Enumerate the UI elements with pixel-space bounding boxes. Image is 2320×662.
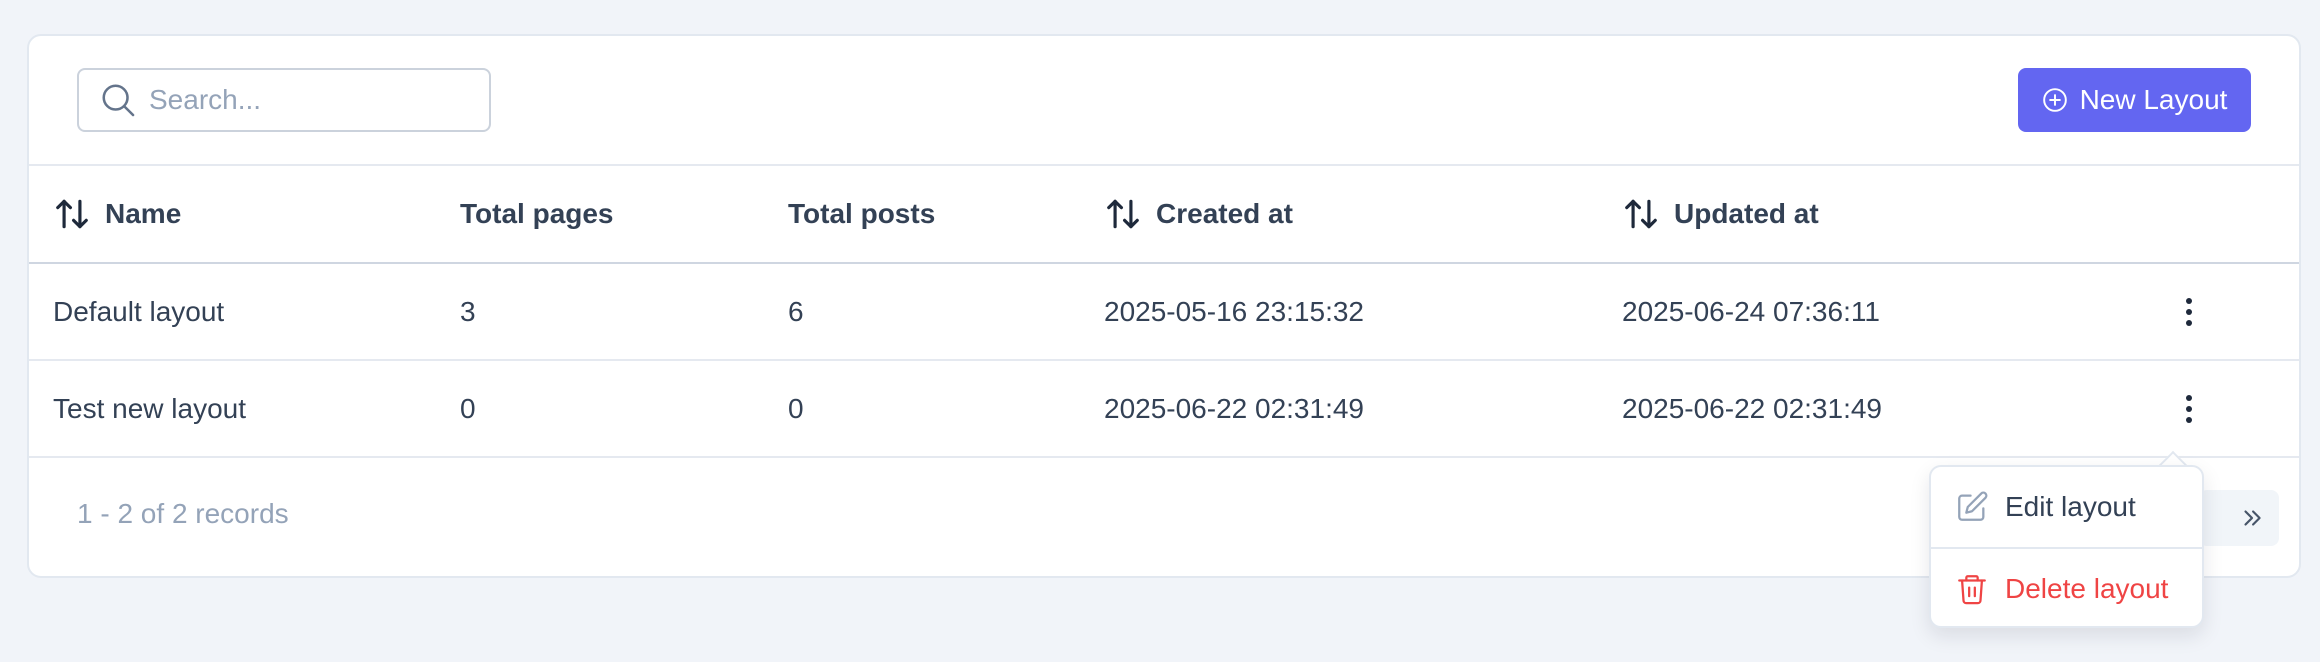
cell-total-posts: 0	[788, 392, 804, 424]
cell-total-pages: 0	[460, 392, 476, 424]
cell-total-posts: 6	[788, 295, 804, 327]
trash-icon	[1958, 575, 1986, 605]
column-total-pages-label: Total pages	[460, 198, 614, 229]
records-count: 1 - 2 of 2 records	[77, 498, 289, 529]
row-actions-menu: Edit layout Delete layout	[1929, 465, 2204, 628]
new-layout-label: New Layout	[2079, 84, 2228, 115]
chevrons-right-icon	[2244, 510, 2261, 526]
column-name-label: Name	[105, 198, 182, 229]
column-total-pages-header: Total pages	[460, 166, 614, 262]
table-row: Default layout 3 6 2025-05-16 23:15:32 2…	[29, 264, 2299, 361]
edit-layout-menu-item[interactable]: Edit layout	[1931, 467, 2202, 547]
more-vertical-icon[interactable]	[2174, 389, 2204, 429]
cell-updated-at: 2025-06-24 07:36:11	[1622, 295, 1880, 327]
toolbar: New Layout	[29, 36, 2299, 166]
sort-arrows-icon	[1625, 199, 1657, 229]
column-total-posts-header: Total posts	[788, 166, 935, 262]
sort-arrows-icon	[1107, 199, 1139, 229]
column-name-header[interactable]: Name	[53, 166, 181, 262]
search-input[interactable]	[149, 84, 469, 116]
table-header: Name Total pages Total posts Created at …	[29, 166, 2299, 264]
cell-updated-at: 2025-06-22 02:31:49	[1622, 392, 1882, 424]
column-created-at-label: Created at	[1156, 198, 1293, 229]
edit-icon	[1958, 491, 1988, 521]
column-created-at-header[interactable]: Created at	[1104, 166, 1293, 262]
search-icon	[102, 84, 135, 117]
column-total-posts-label: Total posts	[788, 198, 936, 229]
next-page-button[interactable]	[2199, 490, 2279, 546]
table-row: Test new layout 0 0 2025-06-22 02:31:49 …	[29, 361, 2299, 458]
sort-arrows-icon	[56, 199, 88, 229]
edit-layout-label: Edit layout	[2005, 491, 2136, 522]
cell-created-at: 2025-05-16 23:15:32	[1104, 295, 1364, 327]
delete-layout-label: Delete layout	[2005, 573, 2169, 604]
cell-name: Default layout	[53, 295, 225, 327]
cell-name: Test new layout	[53, 392, 246, 424]
column-updated-at-label: Updated at	[1674, 198, 1819, 229]
search-box[interactable]	[77, 68, 491, 132]
cell-total-pages: 3	[460, 295, 476, 327]
new-layout-button[interactable]: New Layout	[2018, 68, 2251, 132]
cell-created-at: 2025-06-22 02:31:49	[1104, 392, 1364, 424]
delete-layout-menu-item[interactable]: Delete layout	[1931, 549, 2202, 629]
more-vertical-icon[interactable]	[2174, 292, 2204, 332]
column-updated-at-header[interactable]: Updated at	[1622, 166, 1819, 262]
plus-circle-icon	[2042, 88, 2067, 112]
